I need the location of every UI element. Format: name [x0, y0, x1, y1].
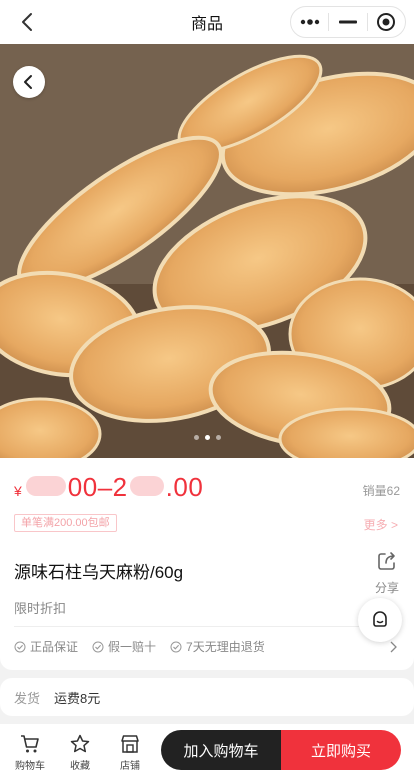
buy-now-button[interactable]: 立即购买	[281, 730, 401, 770]
price-redacted	[129, 476, 164, 496]
share-button[interactable]: 分享	[370, 550, 404, 596]
product-photo	[0, 44, 414, 458]
page-title: 商品	[190, 16, 223, 33]
purchase-buttons: 加入购物车 立即购买	[161, 730, 401, 770]
guarantee-label: 7天无理由退货	[186, 640, 265, 654]
add-to-cart-button[interactable]: 加入购物车	[161, 730, 281, 770]
price: ¥ 00–2 .00	[14, 472, 203, 503]
product-info-card: ¥ 00–2 .00 销量62 单笔满200.00包邮 更多 > 源味石柱乌天麻…	[0, 458, 414, 670]
tab-cart[interactable]: 购物车	[5, 733, 55, 772]
tab-label: 购物车	[15, 760, 45, 772]
image-back-button[interactable]	[13, 66, 45, 98]
guarantee-item: 7天无理由退货	[170, 638, 265, 655]
nav-back-icon[interactable]	[16, 10, 40, 34]
shipping-row: 发货 运费8元	[0, 678, 414, 716]
customer-service-button[interactable]	[358, 598, 402, 642]
carousel-dot-active	[204, 435, 210, 440]
check-circle-icon	[14, 641, 26, 652]
check-circle-icon	[92, 641, 104, 652]
price-currency: ¥	[14, 483, 22, 499]
chat-icon	[373, 611, 387, 627]
check-circle-icon	[170, 641, 182, 652]
carousel-indicator	[0, 435, 414, 440]
guarantee-label: 假一赔十	[108, 640, 157, 654]
tab-label: 店铺	[120, 760, 140, 772]
bottom-action-bar: 购物车 收藏 店铺 加入购物车 立即购买	[0, 724, 414, 780]
tab-store[interactable]: 店铺	[105, 733, 155, 772]
more-dots-icon[interactable]	[291, 7, 328, 37]
share-icon	[378, 552, 395, 570]
shipping-fee: 运费8元	[54, 690, 101, 706]
close-target-icon[interactable]	[368, 7, 405, 37]
guarantee-list[interactable]: 正品保证 假一赔十 7天无理由退货	[14, 638, 265, 655]
price-fragment: 00–2	[67, 472, 128, 502]
price-fragment: .00	[165, 472, 204, 502]
cart-icon	[21, 734, 39, 752]
star-icon	[70, 734, 90, 752]
promo-badge: 单笔满200.00包邮	[14, 514, 117, 532]
tab-favorite[interactable]: 收藏	[55, 733, 105, 772]
chevron-right-icon[interactable]	[388, 640, 398, 658]
price-redacted	[25, 476, 66, 496]
promo-more-link[interactable]: 更多 >	[364, 516, 398, 533]
product-page: 商品 ¥ 00–2 .00 销量62 单笔满200.00包邮 更多 > 源味石柱…	[0, 0, 414, 780]
carousel-dot	[193, 435, 199, 440]
guarantee-item: 正品保证	[14, 638, 78, 655]
share-label: 分享	[374, 581, 399, 595]
store-icon	[121, 734, 139, 753]
mini-program-capsule	[290, 6, 406, 38]
carousel-dot	[215, 435, 221, 440]
discount-tag: 限时折扣	[14, 601, 67, 616]
chevron-left-icon	[24, 75, 32, 89]
tab-label: 收藏	[70, 760, 90, 772]
guarantee-item: 假一赔十	[92, 638, 156, 655]
product-title: 源味石柱乌天麻粉/60g	[14, 563, 184, 582]
guarantee-label: 正品保证	[30, 640, 79, 654]
divider	[14, 626, 400, 627]
product-image-carousel[interactable]	[0, 44, 414, 458]
minimize-icon[interactable]	[329, 7, 366, 37]
shipping-label: 发货	[14, 690, 41, 706]
top-navbar: 商品	[0, 0, 414, 44]
sales-count: 销量62	[362, 484, 400, 498]
